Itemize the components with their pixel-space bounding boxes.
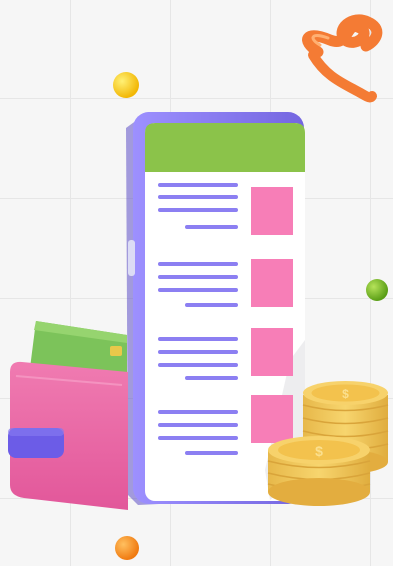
list-thumbnail <box>251 259 293 307</box>
finance-illustration: $ $ <box>8 14 389 560</box>
dollar-sign-icon: $ <box>315 443 323 459</box>
list-thumbnail <box>251 328 293 376</box>
orange-ball-icon <box>115 536 139 560</box>
card-chip-icon <box>110 346 122 356</box>
dollar-sign-icon: $ <box>342 387 349 401</box>
phone-header <box>145 123 305 172</box>
yellow-ball-icon <box>113 72 139 98</box>
coin-stack-icon: $ <box>267 436 371 506</box>
wallet-icon <box>8 321 128 510</box>
phone-side-button <box>128 240 135 276</box>
green-ball-icon <box>366 279 388 301</box>
list-thumbnail <box>251 395 293 443</box>
spring-coil-icon <box>302 14 383 103</box>
list-thumbnail <box>251 187 293 235</box>
